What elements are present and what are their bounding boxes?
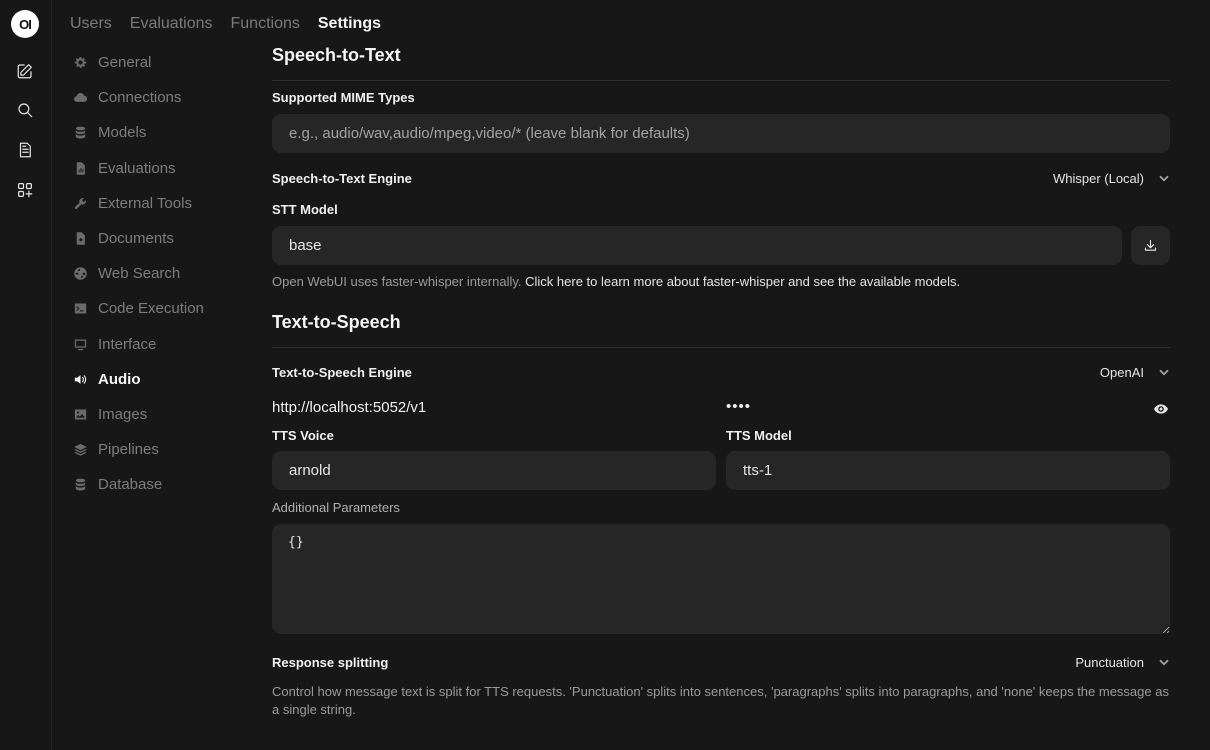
new-chat-icon[interactable] xyxy=(15,61,35,81)
eye-icon[interactable] xyxy=(1153,401,1169,422)
section-divider xyxy=(272,80,1170,81)
stt-engine-value: Whisper (Local) xyxy=(1052,170,1144,186)
sidebar-item-label: Models xyxy=(98,124,147,142)
response-splitting-select[interactable]: Punctuation xyxy=(1075,655,1170,670)
sidebar-item-connections[interactable]: Connections xyxy=(72,80,252,115)
sidebar-item-label: General xyxy=(98,54,152,72)
tab-settings[interactable]: Settings xyxy=(318,15,381,33)
sidebar-item-label: Database xyxy=(98,476,163,494)
tts-engine-value: OpenAI xyxy=(1099,364,1144,380)
mime-types-input[interactable]: e.g., audio/wav,audio/mpeg,video/* (leav… xyxy=(272,114,1170,153)
tts-engine-select[interactable]: OpenAI xyxy=(1100,365,1170,380)
download-model-button[interactable] xyxy=(1131,226,1170,265)
additional-params-label: Additional Parameters xyxy=(272,500,400,515)
sidebar-item-images[interactable]: Images xyxy=(72,397,252,432)
stt-model-note: Open WebUI uses faster-whisper internall… xyxy=(272,273,1170,291)
layers-icon xyxy=(72,442,88,458)
settings-sidebar: General Connections Models Evaluations E… xyxy=(72,45,252,502)
tts-model-label: TTS Model xyxy=(726,428,792,443)
mime-types-label: Supported MIME Types xyxy=(272,90,415,105)
notes-icon[interactable] xyxy=(15,140,35,160)
tts-heading: Text-to-Speech xyxy=(272,312,401,332)
sidebar-item-label: Audio xyxy=(98,370,141,388)
response-splitting-value: Punctuation xyxy=(1075,654,1144,670)
section-divider xyxy=(272,347,1170,348)
tts-voice-label: TTS Voice xyxy=(272,428,334,443)
terminal-icon xyxy=(72,301,88,317)
database-icon xyxy=(72,125,88,141)
sidebar-item-label: Connections xyxy=(98,89,182,107)
chevron-down-icon xyxy=(1159,175,1169,182)
app-logo[interactable]: OI xyxy=(11,10,39,38)
wrench-icon xyxy=(72,195,88,211)
image-icon xyxy=(72,406,88,422)
stt-model-input[interactable]: base xyxy=(272,226,1122,265)
stt-model-label: STT Model xyxy=(272,202,338,217)
sidebar-item-label: Pipelines xyxy=(98,441,159,459)
search-icon[interactable] xyxy=(15,100,35,120)
sidebar-item-label: Documents xyxy=(98,230,174,248)
tts-engine-label: Text-to-Speech Engine xyxy=(272,364,412,380)
sidebar-item-general[interactable]: General xyxy=(72,45,252,80)
tts-base-url-input[interactable]: http://localhost:5052/v1 xyxy=(272,399,426,416)
sidebar-item-label: External Tools xyxy=(98,194,192,212)
tab-functions[interactable]: Functions xyxy=(231,15,300,33)
chevron-down-icon xyxy=(1159,659,1169,666)
sidebar-item-documents[interactable]: Documents xyxy=(72,221,252,256)
sidebar-item-label: Interface xyxy=(98,335,157,353)
stt-engine-label: Speech-to-Text Engine xyxy=(272,170,412,186)
document-icon xyxy=(72,231,88,247)
sidebar-item-pipelines[interactable]: Pipelines xyxy=(72,432,252,467)
sidebar-item-label: Web Search xyxy=(98,265,181,283)
workspace-icon[interactable] xyxy=(15,180,35,200)
stt-note-text: Open WebUI uses faster-whisper internall… xyxy=(272,274,522,289)
response-splitting-note: Control how message text is split for TT… xyxy=(272,684,1169,717)
database-icon xyxy=(72,477,88,493)
stt-engine-row: Speech-to-Text Engine Whisper (Local) xyxy=(272,169,1170,187)
globe-icon xyxy=(72,266,88,282)
sidebar-item-web-search[interactable]: Web Search xyxy=(72,256,252,291)
sidebar-item-audio[interactable]: Audio xyxy=(72,362,252,397)
monitor-icon xyxy=(72,336,88,352)
sidebar-item-database[interactable]: Database xyxy=(72,467,252,502)
sidebar-item-evaluations[interactable]: Evaluations xyxy=(72,151,252,186)
sidebar-item-code-execution[interactable]: Code Execution xyxy=(72,291,252,326)
stt-heading: Speech-to-Text xyxy=(272,45,401,65)
sidebar-item-label: Code Execution xyxy=(98,300,204,318)
icon-rail: OI xyxy=(0,0,52,750)
tab-evaluations[interactable]: Evaluations xyxy=(130,15,213,33)
sidebar-item-models[interactable]: Models xyxy=(72,115,252,150)
speaker-icon xyxy=(72,371,88,387)
download-icon xyxy=(1144,239,1157,251)
tts-api-key-input[interactable]: •••• xyxy=(726,398,751,415)
sidebar-item-label: Evaluations xyxy=(98,159,176,177)
additional-params-textarea[interactable] xyxy=(272,524,1170,634)
tts-model-input[interactable]: tts-1 xyxy=(726,451,1170,490)
gear-icon xyxy=(72,55,88,71)
cloud-icon xyxy=(72,90,88,106)
top-nav-tabs: Users Evaluations Functions Settings xyxy=(70,15,381,33)
chevron-down-icon xyxy=(1159,369,1169,376)
document-chart-icon xyxy=(72,160,88,176)
stt-engine-select[interactable]: Whisper (Local) xyxy=(1053,171,1170,186)
response-splitting-row: Response splitting Punctuation xyxy=(272,653,1170,671)
tts-voice-input[interactable]: arnold xyxy=(272,451,716,490)
tts-engine-row: Text-to-Speech Engine OpenAI xyxy=(272,363,1170,381)
sidebar-item-label: Images xyxy=(98,405,148,423)
faster-whisper-link[interactable]: Click here to learn more about faster-wh… xyxy=(525,274,960,289)
response-splitting-label: Response splitting xyxy=(272,654,389,670)
tab-users[interactable]: Users xyxy=(70,15,112,33)
sidebar-item-external-tools[interactable]: External Tools xyxy=(72,186,252,221)
sidebar-item-interface[interactable]: Interface xyxy=(72,327,252,362)
